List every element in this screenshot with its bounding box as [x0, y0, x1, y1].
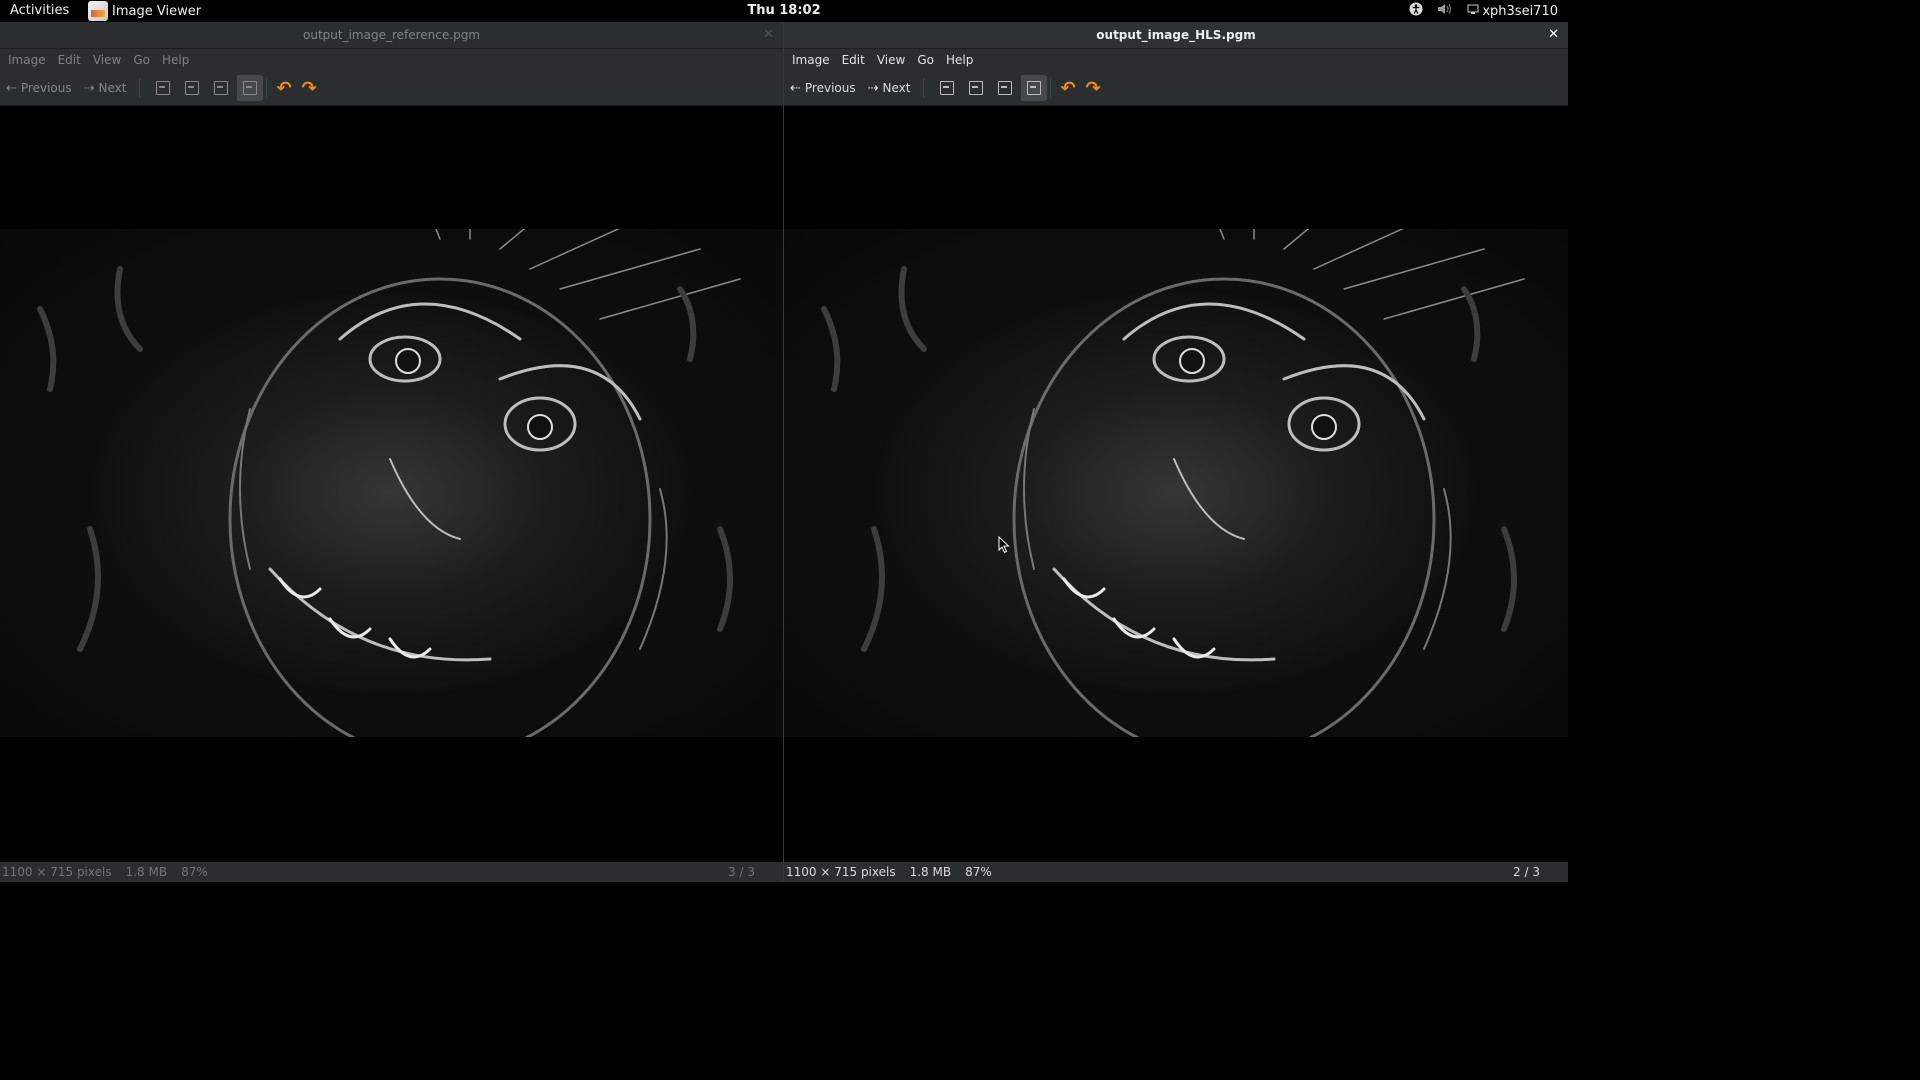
menu-go[interactable]: Go — [911, 53, 940, 67]
best-fit-icon — [242, 81, 257, 95]
menu-image[interactable]: Image — [786, 53, 836, 67]
toolbar: ⇠ Previous ⇢ Next ↶ ↷ — [0, 71, 783, 106]
window-title: output_image_HLS.pgm — [1096, 28, 1256, 42]
image-viewer-window-left: output_image_reference.pgm ✕ Image Edit … — [0, 22, 784, 882]
previous-label: Previous — [804, 81, 856, 95]
toolbar: ⇠ Previous ⇢ Next ↶ ↷ — [784, 71, 1568, 106]
user-name: xph3sei710 — [1482, 3, 1558, 19]
previous-button[interactable]: ⇠ Previous — [6, 81, 72, 96]
rotate-left-icon[interactable]: ↶ — [1061, 78, 1076, 99]
best-fit-button[interactable] — [236, 75, 263, 101]
close-icon[interactable]: ✕ — [763, 22, 774, 48]
rotate-right-icon[interactable]: ↷ — [302, 78, 317, 99]
displayed-image — [784, 229, 1568, 737]
window-title: output_image_reference.pgm — [303, 28, 480, 42]
close-icon[interactable]: ✕ — [1548, 22, 1559, 48]
zoom-level: 87% — [181, 865, 208, 879]
normal-size-icon — [213, 81, 228, 95]
status-bar: 1100 × 715 pixels 1.8 MB 87% 3 / 3 — [0, 862, 783, 882]
rotate-right-icon[interactable]: ↷ — [1086, 78, 1101, 99]
image-viewer-window-right: output_image_HLS.pgm ✕ Image Edit View G… — [784, 22, 1568, 882]
next-label: Next — [882, 81, 911, 95]
toolbar-separator — [922, 78, 924, 98]
menu-bar: Image Edit View Go Help — [0, 49, 783, 71]
accessibility-icon[interactable] — [1409, 2, 1423, 20]
top-bar: Activities Image Viewer Thu 18:02 xph3se… — [0, 0, 1568, 22]
window-titlebar[interactable]: output_image_reference.pgm ✕ — [0, 22, 783, 49]
zoom-in-button[interactable] — [934, 75, 960, 101]
toolbar-separator — [265, 78, 267, 98]
monkey-edge-image — [821, 229, 1525, 737]
monkey-edge-image — [37, 229, 741, 737]
toolbar-separator — [138, 78, 140, 98]
window-titlebar[interactable]: output_image_HLS.pgm ✕ — [784, 22, 1568, 49]
user-menu[interactable]: xph3sei710 — [1467, 3, 1558, 19]
next-button[interactable]: ⇢ Next — [84, 81, 127, 96]
best-fit-icon — [1026, 81, 1041, 95]
arrow-left-icon: ⇠ — [6, 80, 17, 96]
arrow-right-icon: ⇢ — [83, 80, 95, 96]
menu-image[interactable]: Image — [2, 53, 52, 67]
displayed-image — [0, 229, 783, 737]
zoom-out-icon — [968, 81, 983, 95]
rotate-left-icon[interactable]: ↶ — [277, 78, 292, 99]
image-dimensions: 1100 × 715 pixels — [2, 865, 112, 879]
zoom-in-icon — [155, 81, 170, 95]
image-dimensions: 1100 × 715 pixels — [786, 865, 896, 879]
previous-label: Previous — [20, 81, 72, 95]
normal-size-icon — [997, 81, 1012, 95]
next-button[interactable]: ⇢ Next — [868, 81, 911, 96]
zoom-level: 87% — [965, 865, 992, 879]
menu-view[interactable]: View — [87, 53, 127, 67]
toolbar-separator — [1049, 78, 1051, 98]
arrow-left-icon: ⇠ — [790, 80, 801, 96]
arrow-right-icon: ⇢ — [867, 80, 879, 96]
volume-icon[interactable] — [1437, 2, 1453, 20]
menu-help[interactable]: Help — [940, 53, 979, 67]
clock[interactable]: Thu 18:02 — [0, 3, 1568, 18]
network-icon — [1467, 3, 1479, 19]
file-size: 1.8 MB — [125, 865, 168, 879]
previous-button[interactable]: ⇠ Previous — [790, 81, 856, 96]
zoom-in-icon — [939, 81, 954, 95]
zoom-in-button[interactable] — [150, 75, 176, 101]
normal-size-button[interactable] — [208, 75, 234, 101]
image-position: 2 / 3 — [1513, 865, 1540, 879]
zoom-out-button[interactable] — [963, 75, 989, 101]
menu-edit[interactable]: Edit — [836, 53, 871, 67]
normal-size-button[interactable] — [992, 75, 1018, 101]
zoom-out-icon — [184, 81, 199, 95]
image-position: 3 / 3 — [728, 865, 755, 879]
next-label: Next — [98, 81, 127, 95]
menu-view[interactable]: View — [871, 53, 911, 67]
status-bar: 1100 × 715 pixels 1.8 MB 87% 2 / 3 — [784, 862, 1568, 882]
menu-go[interactable]: Go — [127, 53, 156, 67]
image-viewport[interactable] — [0, 106, 783, 862]
menu-help[interactable]: Help — [156, 53, 195, 67]
zoom-out-button[interactable] — [179, 75, 205, 101]
menu-edit[interactable]: Edit — [52, 53, 87, 67]
best-fit-button[interactable] — [1020, 75, 1047, 101]
menu-bar: Image Edit View Go Help — [784, 49, 1568, 71]
file-size: 1.8 MB — [909, 865, 952, 879]
image-viewport[interactable] — [784, 106, 1568, 862]
